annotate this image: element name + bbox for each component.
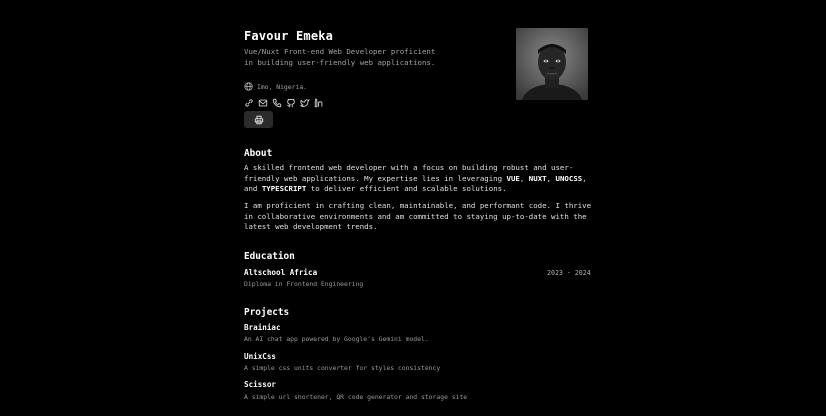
education-heading: Education — [244, 251, 295, 262]
skill-vue: VUE — [506, 173, 520, 183]
projects-heading: Projects — [244, 307, 290, 318]
project-description: An AI chat app powered by Google's Gemin… — [244, 335, 429, 343]
skill-unocss: UNOCSS — [555, 173, 583, 183]
twitter-icon[interactable] — [300, 98, 310, 108]
education-dates: 2023 - 2024 — [547, 269, 591, 277]
location-text: Imo, Nigeria. — [257, 82, 308, 91]
link-icon[interactable] — [244, 98, 254, 108]
skill-nuxt: NUXT — [528, 173, 547, 183]
education-school: Altschool Africa — [244, 268, 318, 277]
avatar — [516, 28, 588, 100]
project-name[interactable]: Brainiac — [244, 323, 281, 332]
about-paragraph-1: A skilled frontend web developer with a … — [244, 163, 587, 194]
printer-icon — [254, 110, 264, 129]
phone-icon[interactable] — [272, 98, 282, 108]
linkedin-icon[interactable] — [314, 98, 324, 108]
globe-icon — [244, 82, 253, 91]
profile-tagline: Vue/Nuxt Front-end Web Developer profici… — [244, 47, 436, 67]
github-icon[interactable] — [286, 98, 296, 108]
about-paragraph-2: I am proficient in crafting clean, maint… — [244, 201, 592, 232]
project-description: A simple css units converter for styles … — [244, 364, 441, 372]
contact-links — [244, 98, 324, 108]
project-description: A simple url shortener, QR code generato… — [244, 393, 468, 401]
skill-typescript: TYPESCRIPT — [261, 184, 307, 194]
project-name[interactable]: UnixCss — [244, 352, 276, 361]
project-name[interactable]: Scissor — [244, 380, 276, 389]
location: Imo, Nigeria. — [244, 82, 307, 91]
resume-page: Favour Emeka Vue/Nuxt Front-end Web Deve… — [0, 0, 826, 416]
print-button[interactable] — [244, 111, 273, 128]
about-heading: About — [244, 148, 273, 159]
education-degree: Diploma in Frontend Engineering — [244, 280, 364, 288]
mail-icon[interactable] — [258, 98, 268, 108]
profile-name: Favour Emeka — [244, 29, 334, 43]
